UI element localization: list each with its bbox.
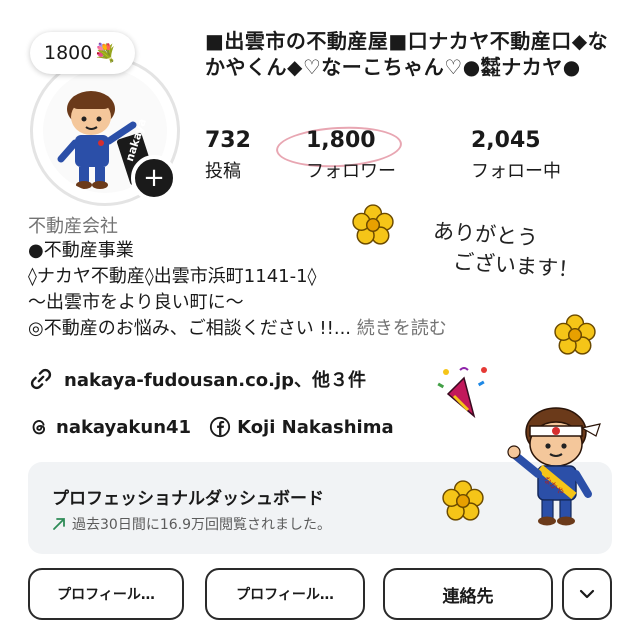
flower-sticker	[352, 204, 394, 245]
party-popper-sticker	[437, 367, 487, 419]
edit-profile-button[interactable]: プロフィール…	[28, 568, 184, 620]
stat-label: フォロー中	[471, 161, 561, 182]
bio-line: ●不動産事業	[28, 240, 134, 261]
thanks-sticker: ありがとう ございます！	[430, 217, 582, 285]
link-text: nakaya-fudousan.co.jp、他３件	[64, 370, 367, 391]
profile-category: 不動産会社	[28, 216, 118, 237]
profile-display-name: ■出雲市の不動産屋■口ナカヤ不動産口◆なかやくん◆♡なーこちゃん♡●㍿ナカヤ●	[205, 29, 609, 79]
facebook-link[interactable]: Koji Nakashima	[209, 416, 394, 438]
flower-sticker	[442, 480, 484, 521]
share-profile-button[interactable]: プロフィール…	[205, 568, 365, 620]
button-label: 連絡先	[442, 586, 494, 607]
mascot-sticker: なかや	[504, 398, 612, 528]
bouquet-icon: 💐	[94, 42, 117, 64]
read-more-link[interactable]: 続きを読む	[357, 318, 447, 339]
dashboard-subtitle-row: 過去30日間に16.9万回閲覧されました。	[52, 514, 331, 534]
dashboard-subtitle: 過去30日間に16.9万回閲覧されました。	[72, 517, 331, 533]
facebook-icon	[209, 416, 231, 438]
plus-icon: +	[143, 163, 165, 193]
stat-posts[interactable]: 732 投稿	[205, 128, 251, 183]
bio-line: ◎不動産のお悩み、ご相談ください !!...	[28, 318, 352, 339]
mascot-illustration	[507, 407, 601, 526]
stat-value: 732	[205, 128, 251, 153]
bio-line: ◊ナカヤ不動産◊出雲市浜町1141-1◊	[28, 266, 317, 287]
flower-sticker	[554, 314, 596, 355]
more-options-button[interactable]	[562, 568, 612, 620]
stat-following[interactable]: 2,045 フォロー中	[471, 128, 561, 183]
button-label: プロフィール…	[57, 587, 155, 603]
dashboard-title: プロフェッショナルダッシュボード	[52, 489, 324, 509]
social-links: nakayakun41 Koji Nakashima	[28, 416, 394, 438]
bio-last-line: ◎不動産のお悩み、ご相談ください !!... 続きを読む	[28, 316, 447, 342]
threads-handle: nakayakun41	[56, 416, 192, 438]
button-label: プロフィール…	[236, 587, 334, 603]
note-count: 1800	[44, 42, 93, 64]
bio-line: 〜出雲市をより良い町に〜	[28, 292, 244, 313]
stat-label: 投稿	[205, 161, 241, 182]
chevron-down-icon	[579, 589, 595, 599]
stat-followers[interactable]: 1,800 フォロワー	[306, 128, 396, 183]
facebook-name: Koji Nakashima	[237, 416, 394, 438]
add-story-button[interactable]: +	[131, 155, 177, 201]
note-bubble[interactable]: 1800 💐	[30, 32, 135, 74]
external-link[interactable]: nakaya-fudousan.co.jp、他３件	[28, 366, 366, 392]
stat-value: 2,045	[471, 128, 541, 153]
contact-button[interactable]: 連絡先	[383, 568, 553, 620]
trend-up-icon	[53, 518, 65, 530]
stat-label: フォロワー	[306, 161, 396, 182]
threads-link[interactable]: nakayakun41	[28, 416, 191, 438]
stat-value: 1,800	[306, 128, 376, 153]
link-icon	[30, 368, 52, 390]
threads-icon	[32, 420, 46, 435]
